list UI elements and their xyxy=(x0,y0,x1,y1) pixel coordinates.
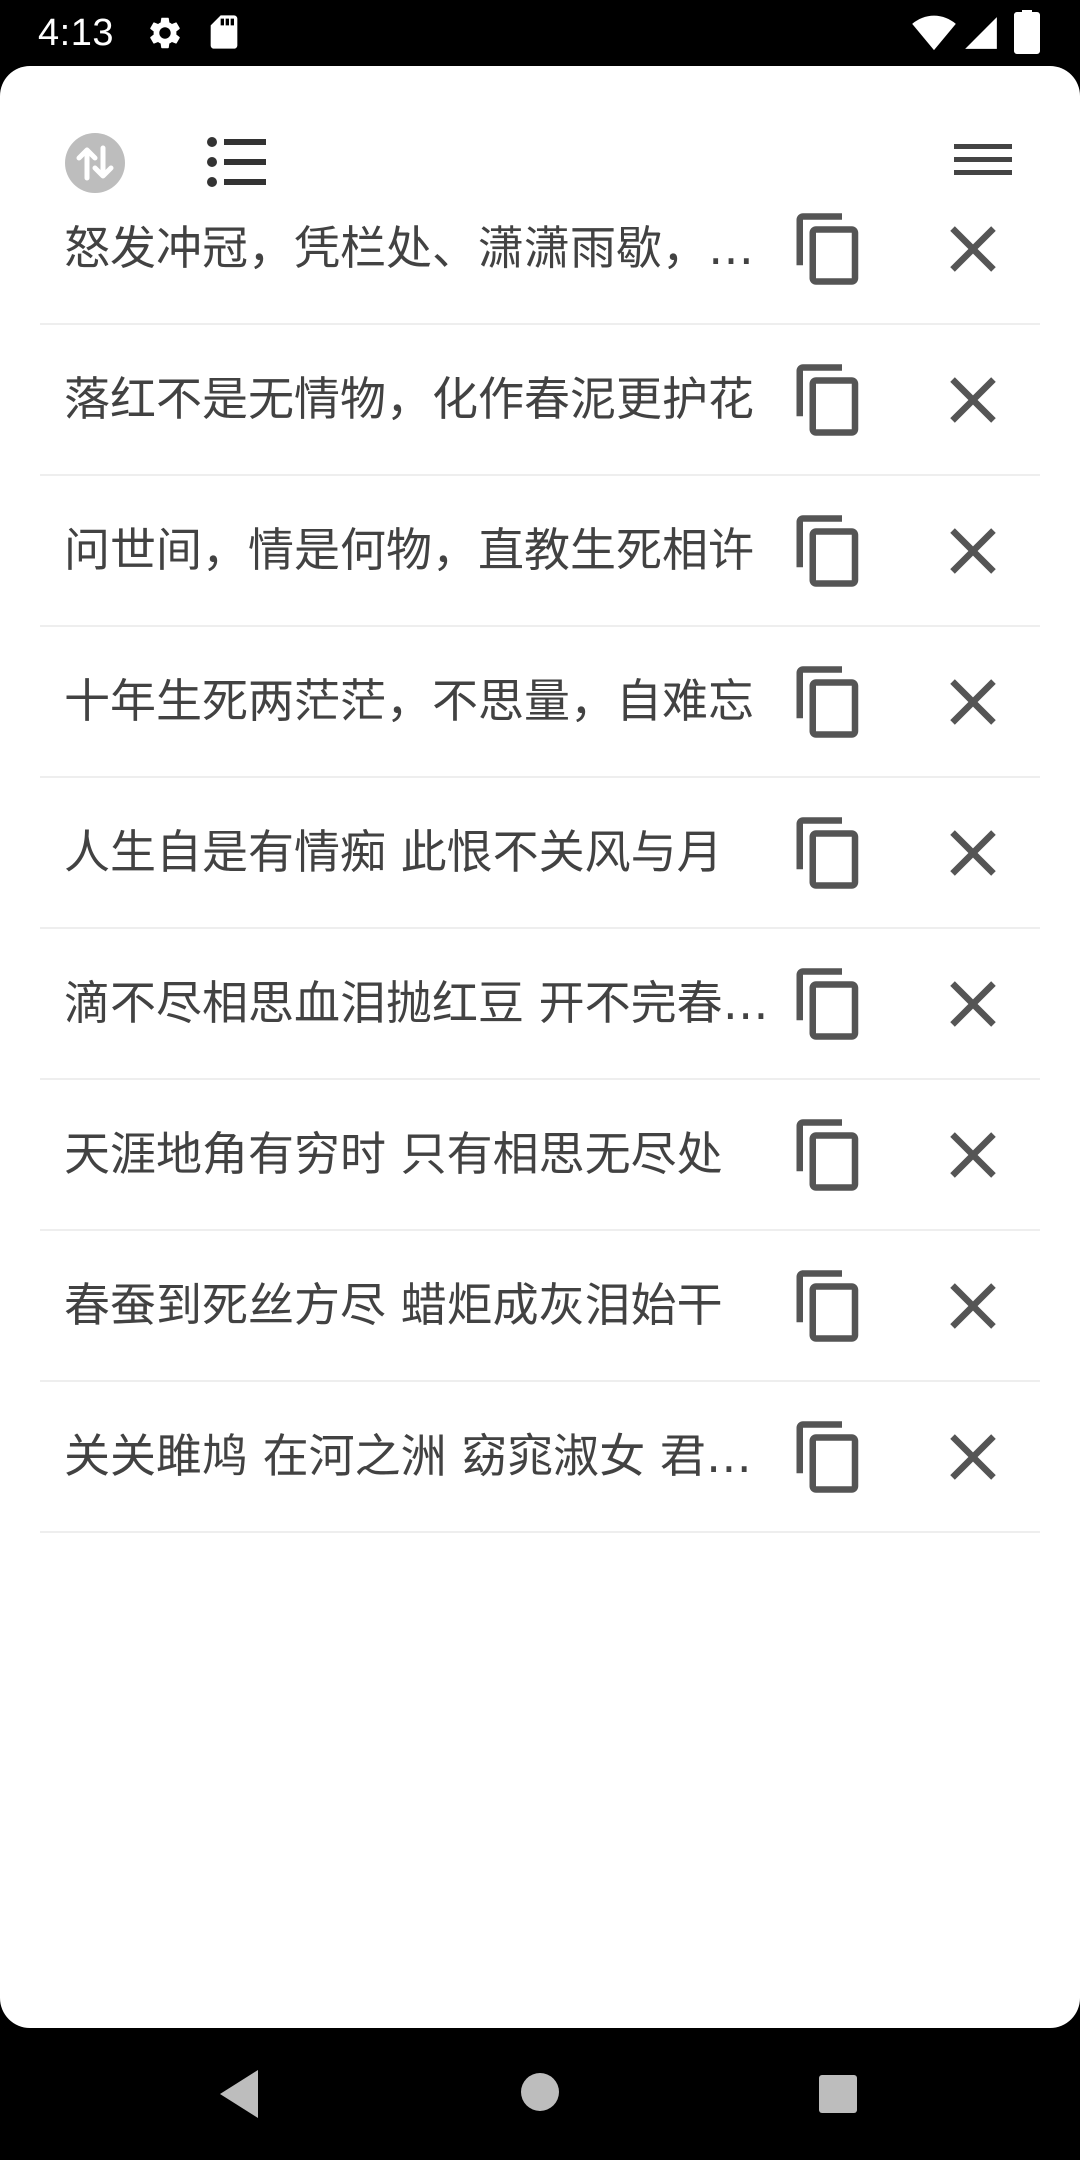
copy-icon xyxy=(796,1421,859,1493)
copy-icon xyxy=(796,213,859,285)
list-item[interactable]: 落红不是无情物，化作春泥更护花 xyxy=(40,325,1040,476)
copy-button[interactable] xyxy=(790,1267,868,1345)
close-icon xyxy=(950,679,996,725)
copy-button[interactable] xyxy=(790,210,868,288)
delete-button[interactable] xyxy=(934,1267,1012,1345)
delete-button[interactable] xyxy=(934,1116,1012,1194)
close-icon xyxy=(950,1434,996,1480)
close-icon xyxy=(950,528,996,574)
list-item[interactable]: 问世间，情是何物，直教生死相许 xyxy=(40,476,1040,627)
back-icon xyxy=(220,2070,258,2118)
copy-button[interactable] xyxy=(790,512,868,590)
list-item-text[interactable]: 落红不是无情物，化作春泥更护花 xyxy=(64,325,784,474)
copy-icon xyxy=(796,515,859,587)
delete-button[interactable] xyxy=(934,965,1012,1043)
clipboard-list: 怒发冲冠，凭栏处、潇潇雨歇，抬望眼、仰天长啸落红不是无情物，化作春泥更护花问世间… xyxy=(40,174,1040,1533)
list-item[interactable]: 天涯地角有穷时 只有相思无尽处 xyxy=(40,1080,1040,1231)
list-item-text[interactable]: 人生自是有情痴 此恨不关风与月 xyxy=(64,778,784,927)
list-item[interactable]: 关关雎鸠 在河之洲 窈窕淑女 君子好逑 xyxy=(40,1382,1040,1533)
close-icon xyxy=(950,1283,996,1329)
signal-icon xyxy=(965,17,997,49)
copy-icon xyxy=(796,817,859,889)
list-item[interactable]: 人生自是有情痴 此恨不关风与月 xyxy=(40,778,1040,929)
copy-button[interactable] xyxy=(790,965,868,1043)
list-item[interactable]: 怒发冲冠，凭栏处、潇潇雨歇，抬望眼、仰天长啸 xyxy=(40,174,1040,325)
back-button[interactable] xyxy=(214,2066,264,2122)
recents-icon xyxy=(819,2075,857,2113)
copy-button[interactable] xyxy=(790,1418,868,1496)
status-time: 4:13 xyxy=(38,12,114,54)
delete-button[interactable] xyxy=(934,210,1012,288)
delete-button[interactable] xyxy=(934,361,1012,439)
copy-icon xyxy=(796,364,859,436)
delete-button[interactable] xyxy=(934,814,1012,892)
list-item-text[interactable]: 春蚕到死丝方尽 蜡炬成灰泪始干 xyxy=(64,1231,784,1380)
copy-button[interactable] xyxy=(790,361,868,439)
recents-button[interactable] xyxy=(818,2074,858,2114)
status-bar: 4:13 xyxy=(0,0,1080,66)
close-icon xyxy=(950,1132,996,1178)
list-item-text[interactable]: 天涯地角有穷时 只有相思无尽处 xyxy=(64,1080,784,1229)
copy-icon xyxy=(796,1270,859,1342)
list-item[interactable]: 春蚕到死丝方尽 蜡炬成灰泪始干 xyxy=(40,1231,1040,1382)
delete-button[interactable] xyxy=(934,1418,1012,1496)
list-item-text[interactable]: 滴不尽相思血泪抛红豆 开不完春柳春花满画楼 xyxy=(64,929,784,1078)
copy-button[interactable] xyxy=(790,814,868,892)
navigation-bar xyxy=(0,2028,1080,2160)
copy-icon xyxy=(796,666,859,738)
list-item[interactable]: 滴不尽相思血泪抛红豆 开不完春柳春花满画楼 xyxy=(40,929,1040,1080)
close-icon xyxy=(950,830,996,876)
list-item-text[interactable]: 关关雎鸠 在河之洲 窈窕淑女 君子好逑 xyxy=(64,1382,784,1531)
delete-button[interactable] xyxy=(934,512,1012,590)
list-item[interactable]: 十年生死两茫茫，不思量，自难忘 xyxy=(40,627,1040,778)
home-icon xyxy=(521,2073,559,2111)
list-item-text[interactable]: 十年生死两茫茫，不思量，自难忘 xyxy=(64,627,784,776)
close-icon xyxy=(950,981,996,1027)
home-button[interactable] xyxy=(520,2072,560,2112)
sd-card-icon xyxy=(210,15,238,49)
copy-icon xyxy=(796,968,859,1040)
delete-button[interactable] xyxy=(934,663,1012,741)
copy-icon xyxy=(796,1119,859,1191)
gear-icon xyxy=(150,17,180,49)
copy-button[interactable] xyxy=(790,663,868,741)
copy-button[interactable] xyxy=(790,1116,868,1194)
close-icon xyxy=(950,377,996,423)
close-icon xyxy=(950,226,996,272)
wifi-icon xyxy=(912,15,956,51)
list-item-text[interactable]: 问世间，情是何物，直教生死相许 xyxy=(64,476,784,625)
list-item-text[interactable]: 怒发冲冠，凭栏处、潇潇雨歇，抬望眼、仰天长啸 xyxy=(64,174,784,323)
battery-icon xyxy=(1014,10,1040,54)
